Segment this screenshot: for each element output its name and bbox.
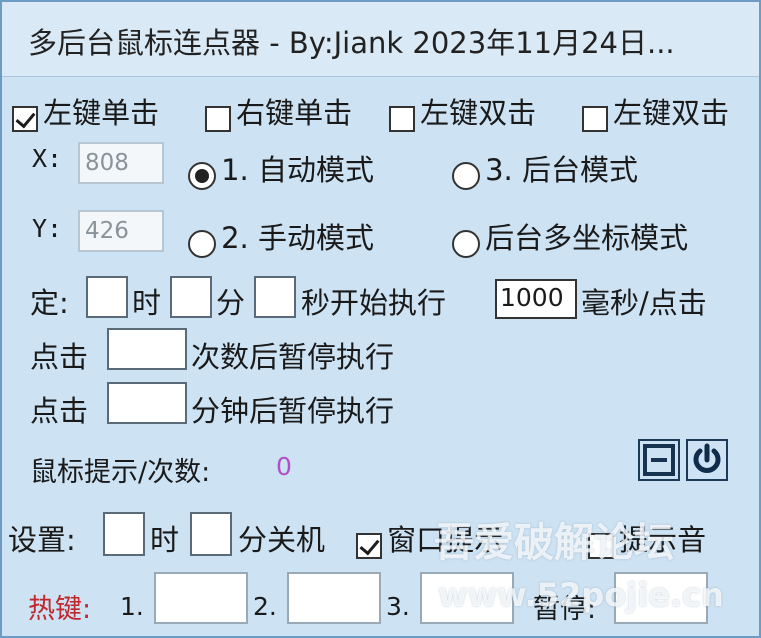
mode-label: 2. 手动模式 xyxy=(221,221,374,255)
hotkey-2-label: 2. xyxy=(253,592,277,621)
minimize-button[interactable] xyxy=(638,439,680,481)
click-type-left-double[interactable]: 左键双击 xyxy=(389,90,536,132)
shutdown-hour-label: 时 xyxy=(150,523,180,557)
click-type-label: 左键双击 xyxy=(613,96,730,130)
pause-minutes-prefix: 点击 xyxy=(30,394,89,428)
mode-manual-radio[interactable]: 2. 手动模式 xyxy=(188,215,374,258)
hotkey-2-input[interactable] xyxy=(287,572,381,624)
pause-count-input[interactable] xyxy=(107,328,187,370)
checkbox-icon[interactable] xyxy=(356,532,382,559)
timer-second-input[interactable] xyxy=(254,276,296,318)
power-button[interactable] xyxy=(686,439,728,481)
pause-minutes-suffix: 分钟后暂停执行 xyxy=(191,394,395,428)
status-label: 鼠标提示/次数: xyxy=(30,457,211,488)
watermark-url: www.52pojie.cn xyxy=(438,576,724,614)
radio-icon[interactable] xyxy=(188,229,216,258)
x-coordinate-field[interactable]: 808 xyxy=(78,142,164,184)
timer-hour-input[interactable] xyxy=(86,276,128,318)
mode-auto-radio[interactable]: 1. 自动模式 xyxy=(188,147,374,190)
shutdown-hour-input[interactable] xyxy=(103,512,145,556)
checkbox-icon[interactable] xyxy=(389,105,415,132)
y-coordinate-field[interactable]: 426 xyxy=(78,210,164,252)
click-type-right-single[interactable]: 右键单击 xyxy=(205,90,352,132)
timer-prefix: 定: xyxy=(30,286,69,320)
watermark-text: 吾爱破解论坛 xyxy=(434,520,674,566)
click-type-left-single[interactable]: 左键单击 xyxy=(12,90,159,132)
y-label: Y: xyxy=(32,214,63,243)
hotkey-3-label: 3. xyxy=(386,592,410,621)
click-type-label: 左键单击 xyxy=(43,96,160,130)
pause-count-prefix: 点击 xyxy=(30,340,89,374)
timer-minute-label: 分 xyxy=(216,286,246,320)
hotkey-1-input[interactable] xyxy=(154,572,248,624)
click-type-label: 右键单击 xyxy=(236,96,353,130)
interval-input[interactable]: 1000 xyxy=(495,279,577,319)
radio-icon[interactable] xyxy=(452,161,480,190)
mode-label: 1. 自动模式 xyxy=(221,153,374,187)
title-bar[interactable]: 多后台鼠标连点器 - By:Jiank 2023年11月24日... xyxy=(2,2,759,77)
settings-prefix: 设置: xyxy=(8,523,76,557)
app-window: 多后台鼠标连点器 - By:Jiank 2023年11月24日... 左键单击 … xyxy=(0,0,761,638)
timer-hour-label: 时 xyxy=(132,286,162,320)
shutdown-minute-label: 分关机 xyxy=(238,523,326,557)
shutdown-minute-input[interactable] xyxy=(190,512,232,556)
pause-count-suffix: 次数后暂停执行 xyxy=(191,340,395,374)
click-type-label: 左键双击 xyxy=(420,96,537,130)
click-count-value: 0 xyxy=(276,452,292,481)
x-label: X: xyxy=(32,144,63,173)
minimize-icon xyxy=(643,444,675,476)
window-title: 多后台鼠标连点器 - By:Jiank 2023年11月24日... xyxy=(28,26,675,60)
radio-icon[interactable] xyxy=(452,229,480,258)
hotkey-1-label: 1. xyxy=(120,592,144,621)
radio-icon[interactable] xyxy=(188,161,216,190)
mode-background-radio[interactable]: 3. 后台模式 xyxy=(452,147,638,190)
checkbox-icon[interactable] xyxy=(12,105,38,132)
timer-minute-input[interactable] xyxy=(170,276,212,318)
click-type-left-double-2[interactable]: 左键双击 xyxy=(582,90,729,132)
mode-label: 后台多坐标模式 xyxy=(485,221,689,255)
interval-unit: 毫秒/点击 xyxy=(581,286,707,320)
pause-minutes-input[interactable] xyxy=(107,382,187,424)
mode-background-multi-radio[interactable]: 后台多坐标模式 xyxy=(452,215,688,258)
hotkey-label: 热键: xyxy=(28,594,92,625)
power-icon xyxy=(693,443,721,473)
timer-second-label: 秒开始执行 xyxy=(301,286,447,320)
mode-label: 3. 后台模式 xyxy=(485,153,638,187)
checkbox-icon[interactable] xyxy=(205,105,231,132)
checkbox-icon[interactable] xyxy=(582,105,608,132)
